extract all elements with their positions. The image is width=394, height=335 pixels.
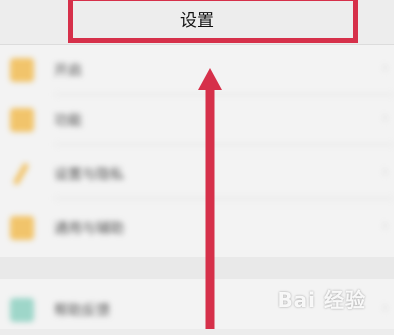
watermark: Bai 经验 xyxy=(277,288,366,312)
arrow-up-icon xyxy=(198,68,222,329)
